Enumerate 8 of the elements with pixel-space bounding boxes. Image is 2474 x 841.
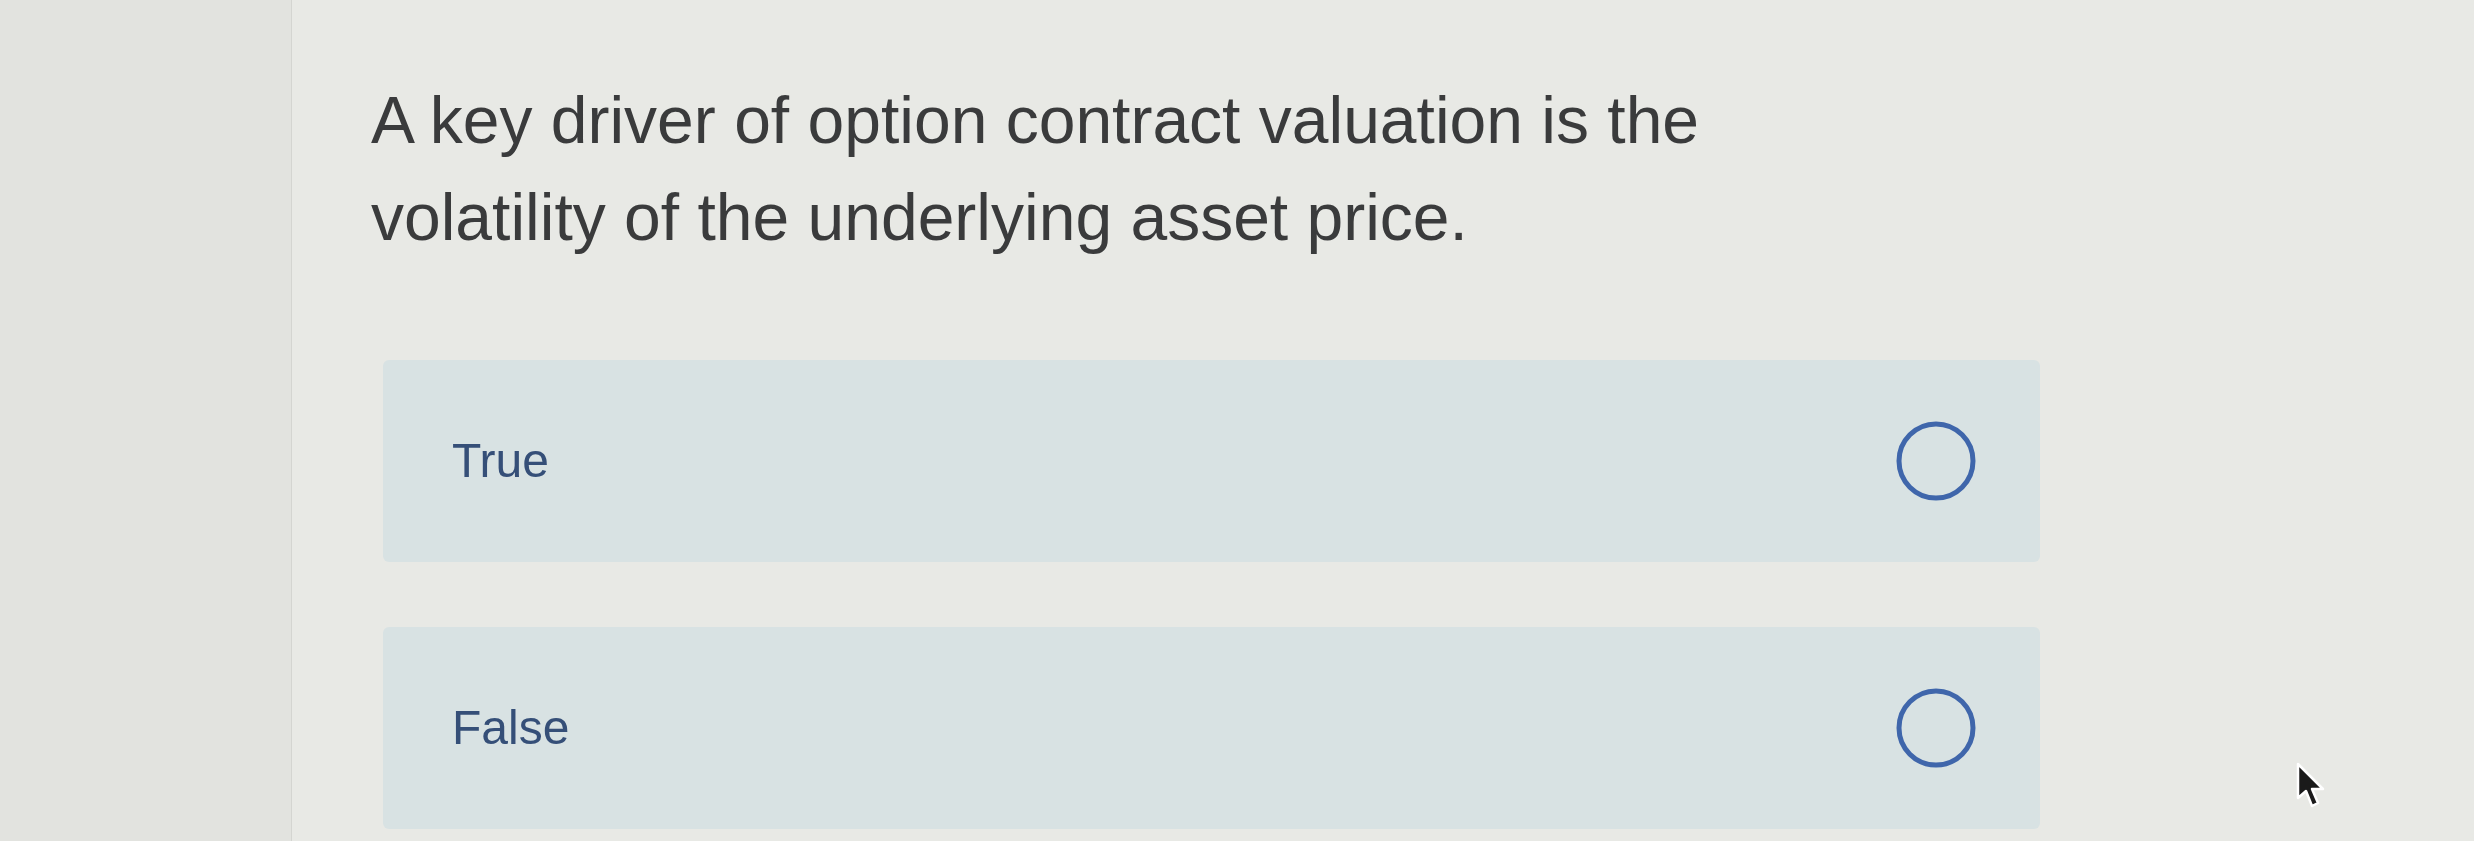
radio-button-icon[interactable]	[1896, 421, 1976, 501]
question-text: A key driver of option contract valuation is the volatility of the underlying asset price.	[371, 82, 1701, 256]
radio-button-icon[interactable]	[1896, 688, 1976, 768]
answer-option[interactable]: False	[383, 627, 2040, 829]
option-label: False	[452, 700, 570, 756]
answer-option[interactable]: True	[383, 360, 2040, 562]
option-label: True	[452, 433, 549, 489]
mouse-pointer-icon	[2296, 762, 2326, 808]
